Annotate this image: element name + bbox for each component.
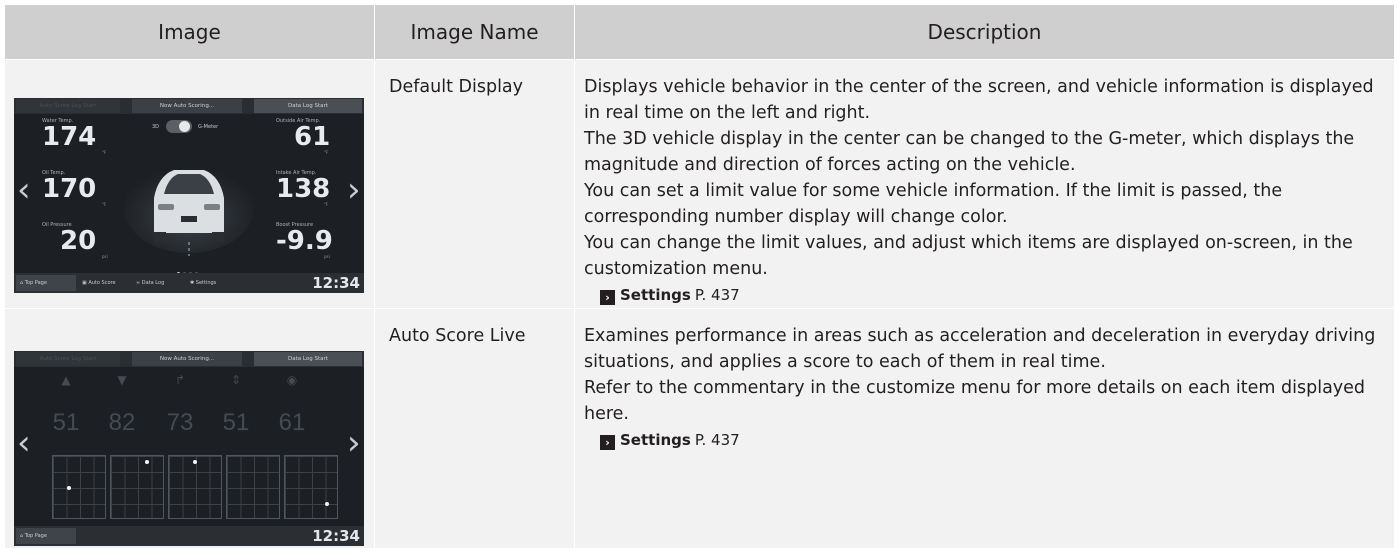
auto-score-log-button: Auto Score Log Start — [16, 99, 120, 113]
screen-bottom-bar: ⌂ Top Page ▣ Auto Score ≈ Data Log ✱ Set… — [14, 273, 364, 293]
data-log-start-button: Data Log Start — [254, 99, 362, 113]
gauge-unit: °F — [102, 150, 107, 155]
description-line: The 3D vehicle display in the center can… — [584, 129, 1355, 175]
score-grid — [284, 455, 338, 519]
header-image-name: Image Name — [374, 4, 575, 60]
data-log-start-button: Data Log Start — [254, 352, 362, 366]
auto-score-live-screenshot: Auto Score Log Start Now Auto Scoring...… — [14, 351, 364, 546]
score-value: 51 — [52, 409, 80, 436]
description-line: Displays vehicle behavior in the center … — [584, 77, 1374, 123]
gauge-unit: °F — [102, 202, 107, 207]
toggle-gmeter-label: G-Meter — [198, 124, 219, 130]
top-page-tab: ⌂ Top Page — [16, 275, 76, 291]
overall-icon: ◉ — [286, 373, 298, 387]
clock: 12:34 — [312, 274, 360, 292]
page-indicator — [177, 515, 217, 530]
screen-top-bar: Auto Score Log Start Now Auto Scoring...… — [14, 98, 364, 114]
settings-reference[interactable]: › Settings P. 437 — [600, 282, 1388, 308]
outside-air-temp-gauge: Outside Air Temp. 61 °F — [276, 118, 330, 155]
description-cell: Displays vehicle behavior in the center … — [574, 59, 1395, 309]
default-display-screenshot: Auto Score Log Start Now Auto Scoring...… — [14, 98, 364, 293]
description-line: You can change the limit values, and adj… — [584, 233, 1353, 279]
gauge-unit: psi — [102, 254, 108, 259]
gauge-value: 20 — [60, 226, 97, 256]
display-toggle — [166, 120, 192, 133]
vehicle-3d-icon — [124, 163, 254, 256]
description-cell: Examines performance in areas such as ac… — [574, 308, 1395, 549]
arrow-icon: › — [600, 435, 615, 450]
description-line: Examines performance in areas such as ac… — [584, 326, 1376, 372]
header-description: Description — [574, 4, 1395, 60]
settings-tab: ✱ Settings — [190, 280, 217, 286]
intake-air-temp-gauge: Intake Air Temp. 138 °F — [276, 170, 330, 207]
gauge-value: -9.9 — [276, 226, 333, 256]
oil-temp-gauge: Oil Temp. 170 °F — [42, 170, 106, 207]
score-value: 61 — [278, 409, 306, 436]
screen-top-bar: Auto Score Log Start Now Auto Scoring...… — [14, 351, 364, 367]
data-log-tab: ≈ Data Log — [136, 280, 165, 286]
screen-bottom-bar: ⌂ Top Page 12:34 — [14, 526, 364, 546]
oil-pressure-gauge: Oil Pressure 20 psi — [42, 222, 108, 259]
deceleration-icon: ▼ — [117, 373, 127, 387]
gauge-value: 138 — [276, 174, 331, 204]
score-grid — [226, 455, 280, 519]
now-auto-scoring-label: Now Auto Scoring... — [132, 99, 242, 113]
table-header-row: Image Image Name Description — [4, 4, 1395, 60]
settings-reference[interactable]: › Settings P. 437 — [600, 427, 1388, 453]
acceleration-icon: ▲ — [61, 373, 71, 387]
score-grid — [110, 455, 164, 519]
score-value: 73 — [166, 409, 194, 436]
steering-icon: ↱ — [174, 373, 186, 387]
next-page-icon: › — [347, 170, 361, 210]
gear-shift-icon: ⇕ — [230, 373, 242, 387]
gauge-value: 174 — [42, 122, 97, 152]
image-name: Default Display — [374, 59, 575, 309]
water-temp-gauge: Water Temp. 174 °F — [42, 118, 106, 155]
auto-score-log-button: Auto Score Log Start — [16, 352, 120, 366]
description-line: Refer to the commentary in the customize… — [584, 378, 1366, 424]
score-grid — [52, 455, 106, 519]
toggle-3d-label: 3D — [152, 124, 160, 130]
auto-score-tab: ▣ Auto Score — [82, 280, 116, 286]
score-value: 51 — [222, 409, 250, 436]
score-grid — [168, 455, 222, 519]
reference-label: Settings — [620, 286, 691, 304]
score-value: 82 — [108, 409, 136, 436]
reference-label: Settings — [620, 431, 691, 449]
gauge-value: 170 — [42, 174, 97, 204]
previous-page-icon: ‹ — [17, 423, 31, 463]
image-name: Auto Score Live — [374, 308, 575, 549]
page-indicator — [177, 260, 217, 275]
description-line: You can set a limit value for some vehic… — [584, 181, 1283, 227]
boost-pressure-gauge: Boost Pressure -9.9 psi — [276, 222, 333, 259]
gauge-value: 61 — [294, 122, 331, 152]
previous-page-icon: ‹ — [17, 170, 31, 210]
now-auto-scoring-label: Now Auto Scoring... — [132, 352, 242, 366]
reference-page: P. 437 — [694, 286, 740, 304]
next-page-icon: › — [347, 423, 361, 463]
header-image: Image — [4, 4, 375, 60]
top-page-tab: ⌂ Top Page — [16, 528, 76, 544]
clock: 12:34 — [312, 527, 360, 545]
arrow-icon: › — [600, 290, 615, 305]
reference-page: P. 437 — [694, 431, 740, 449]
